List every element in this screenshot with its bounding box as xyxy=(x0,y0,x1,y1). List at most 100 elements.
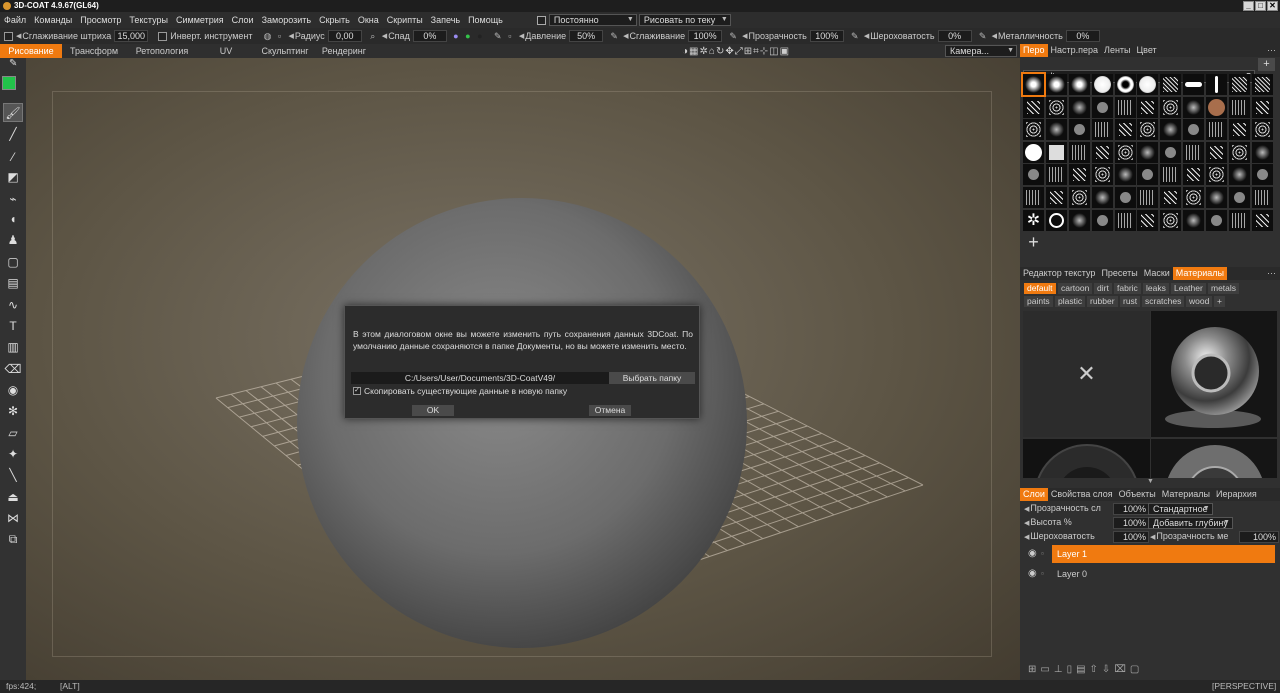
brush-alpha-thumbnail[interactable] xyxy=(1183,141,1205,163)
brush-alpha-thumbnail[interactable] xyxy=(1160,209,1182,231)
panel-tab[interactable]: Материалы xyxy=(1172,267,1227,280)
brush-alpha-thumbnail[interactable] xyxy=(1206,141,1228,163)
brush-alpha-thumbnail[interactable] xyxy=(1068,186,1090,208)
layer-height-control[interactable]: ◀Высота % xyxy=(1024,516,1072,530)
brush-alpha-thumbnail[interactable] xyxy=(1045,209,1067,231)
brush-alpha-thumbnail[interactable] xyxy=(1206,119,1228,141)
brush-alpha-thumbnail[interactable] xyxy=(1251,186,1273,208)
material-category-chip[interactable]: dirt xyxy=(1094,283,1112,294)
invert-tool-item[interactable]: Инверт. инструмент xyxy=(158,31,253,41)
brush-alpha-thumbnail[interactable] xyxy=(1114,164,1136,186)
layer-height-value[interactable]: 100% xyxy=(1113,517,1149,529)
panel-tab[interactable]: Ленты xyxy=(1101,44,1133,57)
menu-item[interactable]: Запечь xyxy=(427,12,464,28)
menu-item[interactable]: Текстуры xyxy=(125,12,172,28)
brush-alpha-thumbnail[interactable] xyxy=(1068,74,1090,95)
brush-alpha-thumbnail[interactable] xyxy=(1251,74,1273,95)
cancel-button[interactable]: Отмена xyxy=(589,405,631,416)
add-alpha-icon[interactable]: + xyxy=(1023,232,1044,253)
magic-wand-icon[interactable]: ✦ xyxy=(3,445,23,464)
material-category-chip[interactable]: default xyxy=(1024,283,1056,294)
rotate-icon[interactable]: ↻ xyxy=(716,46,725,57)
brush-alpha-thumbnail[interactable]: ✲ xyxy=(1023,209,1044,231)
brush-alpha-thumbnail[interactable] xyxy=(1091,96,1113,118)
brush-alpha-thumbnail[interactable] xyxy=(1160,96,1182,118)
brush-alpha-thumbnail[interactable] xyxy=(1068,209,1090,231)
invert-tool-checkbox[interactable] xyxy=(158,31,168,41)
menu-item[interactable]: Команды xyxy=(30,12,76,28)
brush-alpha-thumbnail[interactable] xyxy=(1137,209,1159,231)
constant-mode-dropdown[interactable]: Постоянно ▼ xyxy=(548,14,637,26)
data-path-field[interactable]: C:/Users/User/Documents/3D-CoatV49/ xyxy=(351,372,609,384)
lock-icon[interactable]: ▫ xyxy=(1041,565,1044,583)
lock-icon[interactable]: ▫ xyxy=(275,31,285,41)
material-category-chip[interactable]: scratches xyxy=(1142,296,1185,307)
brush-alpha-thumbnail[interactable] xyxy=(1091,209,1113,231)
height-mode-dropdown[interactable]: Добавить глубину ▼ xyxy=(1148,517,1233,529)
iron-tool-icon[interactable]: ⏏ xyxy=(3,488,23,507)
brush-alpha-thumbnail[interactable] xyxy=(1160,74,1182,95)
brush-alpha-thumbnail[interactable] xyxy=(1023,119,1044,141)
light-icon[interactable]: ✲ xyxy=(700,46,709,57)
airbrush-tool-icon[interactable]: ⁄ xyxy=(3,148,23,167)
layer-opacity-control[interactable]: ◀Прозрачность сл xyxy=(1024,502,1101,516)
brush-alpha-thumbnail[interactable] xyxy=(1137,119,1159,141)
lock-icon[interactable]: ▫ xyxy=(505,31,515,41)
material-slot-empty[interactable]: ✕ xyxy=(1023,311,1150,437)
panel-tab[interactable]: Слои xyxy=(1020,488,1048,501)
copy-data-option[interactable]: ✓ Скопировать существующие данные в новую… xyxy=(353,386,567,396)
brush-alpha-thumbnail[interactable] xyxy=(1229,96,1251,118)
trash-icon[interactable]: ▢ xyxy=(1130,664,1139,675)
menu-item[interactable]: Помощь xyxy=(464,12,507,28)
material-slot-dark[interactable] xyxy=(1023,439,1150,478)
brush-alpha-thumbnail[interactable] xyxy=(1183,119,1205,141)
opacity-value[interactable]: 100% xyxy=(809,30,844,42)
brush-alpha-thumbnail[interactable] xyxy=(1091,186,1113,208)
material-category-chip[interactable]: rust xyxy=(1120,296,1141,307)
material-category-chip[interactable]: cartoon xyxy=(1058,283,1093,294)
brush-alpha-thumbnail[interactable] xyxy=(1206,186,1228,208)
brush-alpha-thumbnail[interactable] xyxy=(1091,164,1113,186)
eraser-tool-icon[interactable]: ⌫ xyxy=(3,360,23,379)
room-tab[interactable]: Рендеринг xyxy=(316,44,372,58)
search-icon[interactable]: ⌕ xyxy=(368,31,378,41)
material-category-chip[interactable]: leaks xyxy=(1143,283,1169,294)
brush-alpha-thumbnail[interactable] xyxy=(1114,96,1136,118)
smudge-tool-icon[interactable]: ⌁ xyxy=(3,190,23,209)
scale-tool-icon[interactable]: ⧉ xyxy=(3,530,23,549)
snap-icon[interactable]: ⌗ xyxy=(753,46,760,57)
axes-icon[interactable]: ⊹ xyxy=(760,46,769,57)
layer-metal-control[interactable]: ◀Прозрачность ме xyxy=(1150,530,1228,544)
close-button[interactable]: ✕ xyxy=(1267,1,1278,11)
brush-alpha-thumbnail[interactable] xyxy=(1114,186,1136,208)
add-brush-button[interactable]: + xyxy=(1258,58,1275,71)
delete-layer-icon[interactable]: ⌧ xyxy=(1114,664,1126,675)
panel-tab[interactable]: Иерархия xyxy=(1213,488,1260,501)
brush-alpha-thumbnail[interactable] xyxy=(1068,141,1090,163)
brush-alpha-thumbnail[interactable] xyxy=(1114,141,1136,163)
panel-menu-icon[interactable]: ⋯ xyxy=(1267,267,1276,280)
brush-alpha-thumbnail[interactable] xyxy=(1160,119,1182,141)
scale-icon[interactable]: ⤢ xyxy=(735,46,744,57)
symmetry-icon[interactable]: ⌂ xyxy=(709,46,716,57)
menu-item[interactable]: Симметрия xyxy=(172,12,228,28)
brush-alpha-thumbnail[interactable] xyxy=(1023,164,1044,186)
shading-icon[interactable]: ◑ xyxy=(682,46,689,57)
butterfly-symmetry-icon[interactable]: ⋈ xyxy=(3,509,23,528)
move-icon[interactable]: ✥ xyxy=(725,46,734,57)
page-tool-icon[interactable]: ▤ xyxy=(3,274,23,293)
material-category-chip[interactable]: wood xyxy=(1186,296,1213,307)
brush-alpha-thumbnail[interactable] xyxy=(1137,96,1159,118)
brush-alpha-thumbnail[interactable] xyxy=(1045,96,1067,118)
brush-alpha-thumbnail[interactable] xyxy=(1045,141,1067,163)
material-category-chip[interactable]: + xyxy=(1214,296,1225,307)
room-tab[interactable]: Трансформ xyxy=(62,44,126,58)
brush-alpha-thumbnail[interactable] xyxy=(1229,186,1251,208)
room-tab[interactable]: UV xyxy=(198,44,254,58)
opacity-item[interactable]: ◀ Прозрачность xyxy=(742,31,807,41)
brush-alpha-thumbnail[interactable] xyxy=(1251,119,1273,141)
material-category-chip[interactable]: Leather xyxy=(1171,283,1206,294)
brush-alpha-thumbnail[interactable] xyxy=(1114,74,1136,95)
primary-color-swatch[interactable] xyxy=(2,76,16,90)
brush-alpha-thumbnail[interactable] xyxy=(1229,119,1251,141)
